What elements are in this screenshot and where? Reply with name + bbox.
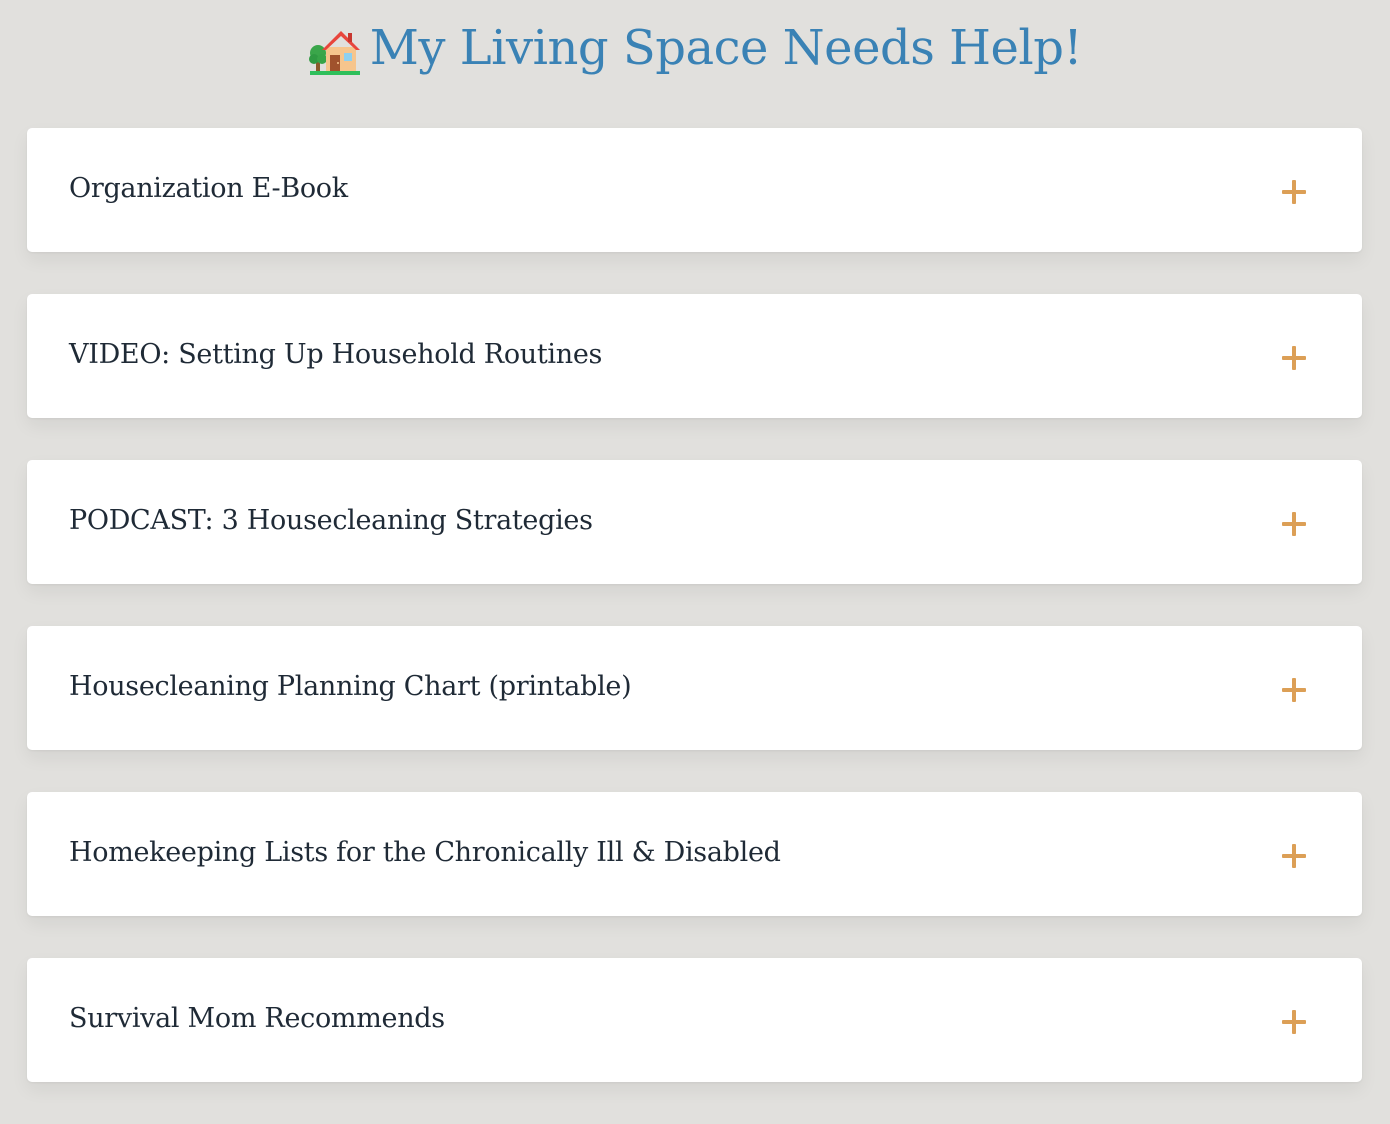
plus-icon[interactable]: [1282, 844, 1306, 868]
plus-icon[interactable]: [1282, 512, 1306, 536]
accordion-item-homekeeping-lists[interactable]: Homekeeping Lists for the Chronically Il…: [27, 792, 1362, 916]
accordion-item-organization-ebook[interactable]: Organization E-Book: [27, 128, 1362, 252]
accordion-item-label: VIDEO: Setting Up Household Routines: [69, 338, 603, 370]
plus-icon[interactable]: [1282, 180, 1306, 204]
plus-icon[interactable]: [1282, 346, 1306, 370]
accordion-item-podcast-housecleaning-strategies[interactable]: PODCAST: 3 Housecleaning Strategies: [27, 460, 1362, 584]
house-with-garden-icon: [308, 23, 364, 79]
accordion-item-label: Homekeeping Lists for the Chronically Il…: [69, 836, 781, 868]
page-title: My Living Space Needs Help!: [369, 20, 1083, 76]
page-header: My Living Space Needs Help!: [0, 12, 1390, 84]
accordion-item-label: Organization E-Book: [69, 172, 348, 204]
accordion-item-housecleaning-planning-chart[interactable]: Housecleaning Planning Chart (printable): [27, 626, 1362, 750]
accordion-item-label: Survival Mom Recommends: [69, 1002, 445, 1034]
accordion: Organization E-Book VIDEO: Setting Up Ho…: [27, 128, 1362, 1124]
plus-icon[interactable]: [1282, 1010, 1306, 1034]
plus-icon[interactable]: [1282, 678, 1306, 702]
accordion-item-video-household-routines[interactable]: VIDEO: Setting Up Household Routines: [27, 294, 1362, 418]
accordion-item-survival-mom-recommends[interactable]: Survival Mom Recommends: [27, 958, 1362, 1082]
accordion-item-label: PODCAST: 3 Housecleaning Strategies: [69, 504, 593, 536]
accordion-item-label: Housecleaning Planning Chart (printable): [69, 670, 632, 702]
